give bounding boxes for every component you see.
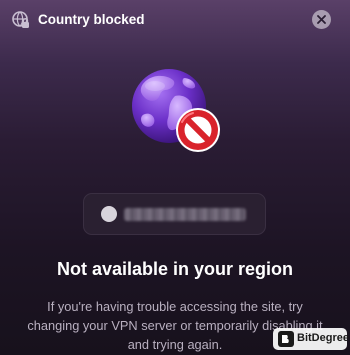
- globe-lock-icon: [12, 11, 30, 29]
- blocked-site-pill: [83, 193, 266, 235]
- header: Country blocked: [0, 0, 350, 38]
- blocked-site-url: [124, 208, 246, 221]
- close-button[interactable]: [312, 10, 331, 29]
- header-title: Country blocked: [38, 12, 145, 27]
- close-icon: [317, 15, 326, 24]
- site-favicon-icon: [101, 206, 117, 222]
- watermark-text: BitDegree: [297, 332, 349, 344]
- bitdegree-logo-icon: [278, 331, 294, 347]
- country-blocked-panel: Country blocked Not available in your re…: [0, 0, 350, 355]
- page-title: Not available in your region: [56, 259, 294, 279]
- blocked-globe-icon: [129, 66, 224, 158]
- watermark: BitDegree: [273, 328, 349, 350]
